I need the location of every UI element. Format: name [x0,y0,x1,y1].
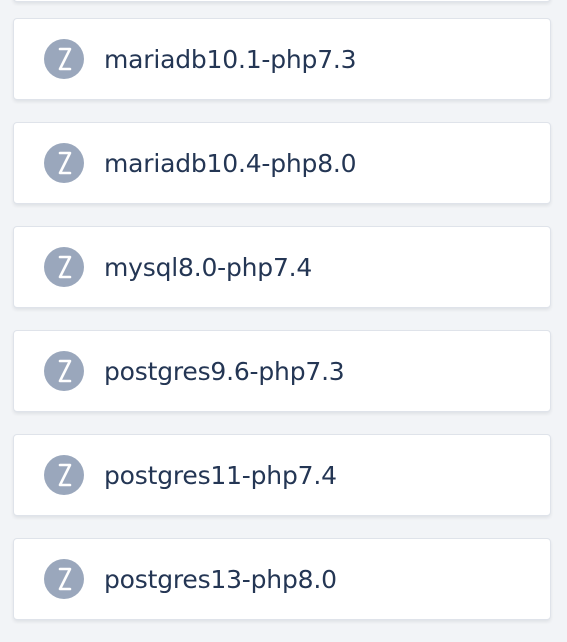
hourglass-icon [44,455,84,495]
item-label: mysql8.0-php7.4 [104,252,313,282]
hourglass-icon [44,247,84,287]
hourglass-icon [44,351,84,391]
item-label: postgres11-php7.4 [104,460,337,490]
list-item-mariadb10-1-php7-3[interactable]: mariadb10.1-php7.3 [13,18,551,100]
list-item-mysql8-0-php7-4[interactable]: mysql8.0-php7.4 [13,226,551,308]
hourglass-icon [44,559,84,599]
item-label: mariadb10.1-php7.3 [104,44,357,74]
item-label: postgres9.6-php7.3 [104,356,345,386]
item-label: mariadb10.4-php8.0 [104,148,357,178]
hourglass-icon [44,143,84,183]
list-item-mariadb10-4-php8-0[interactable]: mariadb10.4-php8.0 [13,122,551,204]
item-label: postgres13-php8.0 [104,564,337,594]
list-item-postgres13-php8-0[interactable]: postgres13-php8.0 [13,538,551,620]
hourglass-icon [44,39,84,79]
environment-list: mariadb10.1-php7.3 mariadb10.4-php8.0 my… [13,18,551,642]
previous-card-edge [13,0,551,2]
list-item-postgres9-6-php7-3[interactable]: postgres9.6-php7.3 [13,330,551,412]
list-item-postgres11-php7-4[interactable]: postgres11-php7.4 [13,434,551,516]
